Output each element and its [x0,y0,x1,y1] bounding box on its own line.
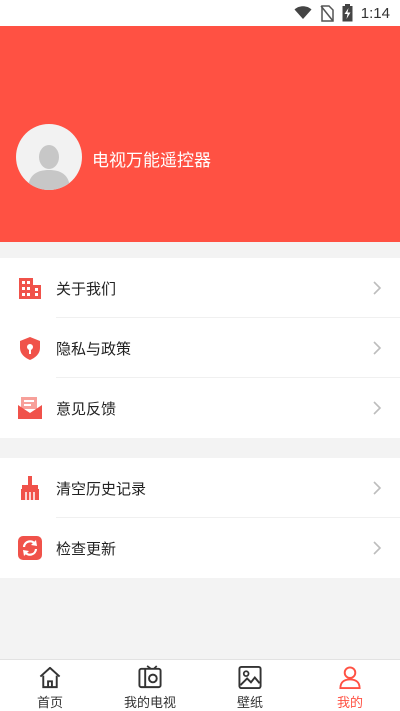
menu-item-label: 意见反馈 [56,400,117,418]
tab-wallpaper[interactable]: 壁纸 [200,660,300,711]
tab-mine[interactable]: 我的 [300,660,400,711]
menu-item-clear-history[interactable]: 清空历史记录 [0,458,400,518]
image-icon [238,665,262,690]
default-avatar-icon [28,145,70,190]
tab-label: 壁纸 [236,696,263,711]
chevron-right-icon [373,281,382,295]
tab-home[interactable]: 首页 [0,660,100,711]
status-bar: 1:14 [0,0,400,26]
building-icon [19,278,41,299]
chevron-right-icon [373,541,382,555]
menu-item-privacy-policy[interactable]: 隐私与政策 [0,318,400,378]
tv-icon [138,665,162,689]
menu-item-label: 清空历史记录 [56,480,147,498]
profile-header: 电视万能遥控器 [0,26,400,242]
battery-charging-icon [342,4,353,22]
app-name: 电视万能遥控器 [92,151,211,171]
tab-label: 我的电视 [123,696,176,711]
chevron-right-icon [373,341,382,355]
menu-item-check-update[interactable]: 检查更新 [0,518,400,578]
menu-item-label: 关于我们 [56,280,117,298]
status-time: 1:14 [360,4,390,22]
menu-item-feedback[interactable]: 意见反馈 [0,378,400,438]
user-icon [339,666,361,690]
bottom-tab-bar: 首页 我的电视 壁纸 我的 [0,659,400,711]
refresh-icon [18,536,42,560]
chevron-right-icon [373,481,382,495]
menu-group-secondary: 清空历史记录 检查更新 [0,458,400,578]
tab-label: 我的 [336,696,363,711]
broom-icon [21,476,39,500]
tab-label: 首页 [36,696,63,711]
tab-my-tv[interactable]: 我的电视 [100,660,200,711]
avatar[interactable] [16,124,82,190]
shield-icon [20,337,40,360]
menu-item-label: 隐私与政策 [56,340,132,358]
chevron-right-icon [373,401,382,415]
menu-item-label: 检查更新 [56,540,117,558]
mail-icon [18,397,42,419]
no-sim-icon [320,4,334,22]
menu-group-primary: 关于我们 隐私与政策 意见反馈 [0,258,400,438]
home-icon [39,666,61,689]
wifi-icon [294,6,312,19]
menu-item-about-us[interactable]: 关于我们 [0,258,400,318]
